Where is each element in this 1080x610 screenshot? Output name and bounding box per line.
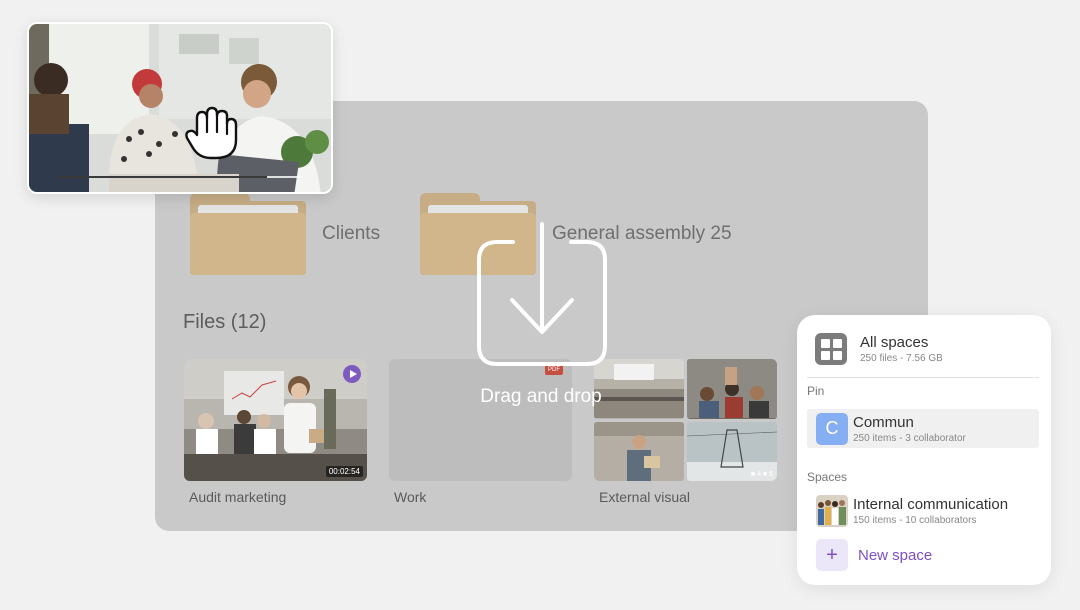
- space-title: Commun: [853, 413, 914, 431]
- new-space-button[interactable]: + New space: [816, 539, 932, 571]
- divider: [807, 377, 1039, 378]
- play-icon: [343, 365, 361, 383]
- space-avatar: C: [816, 412, 848, 445]
- folder-clients[interactable]: Clients: [190, 193, 380, 275]
- file-name: Work: [394, 489, 427, 505]
- file-card-external-visual[interactable]: ■ 4 ■ 6 External visual: [594, 359, 777, 505]
- team-highfive-image: [687, 359, 777, 419]
- pin-section-label: Pin: [807, 384, 825, 398]
- dragged-video-preview[interactable]: [27, 22, 333, 194]
- space-thumbnail: [816, 495, 848, 527]
- power-lines-image: ■ 4 ■ 6: [687, 421, 777, 481]
- folder-icon: [190, 193, 306, 275]
- all-spaces-title: All spaces: [860, 334, 929, 351]
- grid-icon: [815, 333, 847, 365]
- space-title: Internal communication: [853, 496, 1009, 513]
- files-heading: Files (12): [183, 311, 267, 333]
- album-count: ■ 4 ■ 6: [750, 471, 773, 478]
- all-spaces-row[interactable]: All spaces 250 files - 7.56 GB: [815, 333, 943, 365]
- file-name: Audit marketing: [189, 489, 287, 505]
- office-meeting-image: [184, 359, 367, 481]
- space-internal-communication[interactable]: Internal communication 150 items - 10 co…: [816, 495, 1008, 527]
- plus-icon: +: [816, 539, 848, 571]
- drag-and-drop-label: Drag and drop: [480, 386, 602, 407]
- album-thumbnail: ■ 4 ■ 6: [594, 359, 777, 481]
- file-card-work[interactable]: PDF PDF Work: [389, 359, 572, 505]
- spaces-section-label: Spaces: [807, 470, 848, 484]
- person-with-paper-image: [594, 421, 684, 481]
- folder-name: Clients: [322, 223, 381, 244]
- video-duration: 00:02:54: [325, 466, 363, 477]
- file-card-audit-marketing[interactable]: 00:02:54 Audit marketing: [184, 359, 367, 505]
- file-name: External visual: [599, 489, 691, 505]
- meeting-photo: [29, 24, 331, 192]
- all-spaces-stats: 250 files - 7.56 GB: [860, 353, 943, 364]
- pdf-thumbnail: PDF PDF: [389, 359, 572, 481]
- video-progress-fill: [59, 176, 268, 178]
- space-stats: 150 items - 10 collaborators: [853, 515, 977, 526]
- video-progress-bar: [59, 176, 301, 178]
- space-stats: 250 items - 3 collaborator: [853, 432, 966, 444]
- stage: Clients General assembly 25 Files (12) 0…: [0, 0, 1080, 610]
- grab-hand-cursor-icon: [185, 106, 238, 160]
- download-arrow-icon: [477, 222, 607, 366]
- video-thumbnail: 00:02:54: [184, 359, 367, 481]
- spaces-panel: All spaces 250 files - 7.56 GB Pin C Com…: [797, 315, 1051, 585]
- new-space-label: New space: [858, 546, 933, 564]
- pinned-space-commun[interactable]: C Commun 250 items - 3 collaborator: [807, 409, 1039, 448]
